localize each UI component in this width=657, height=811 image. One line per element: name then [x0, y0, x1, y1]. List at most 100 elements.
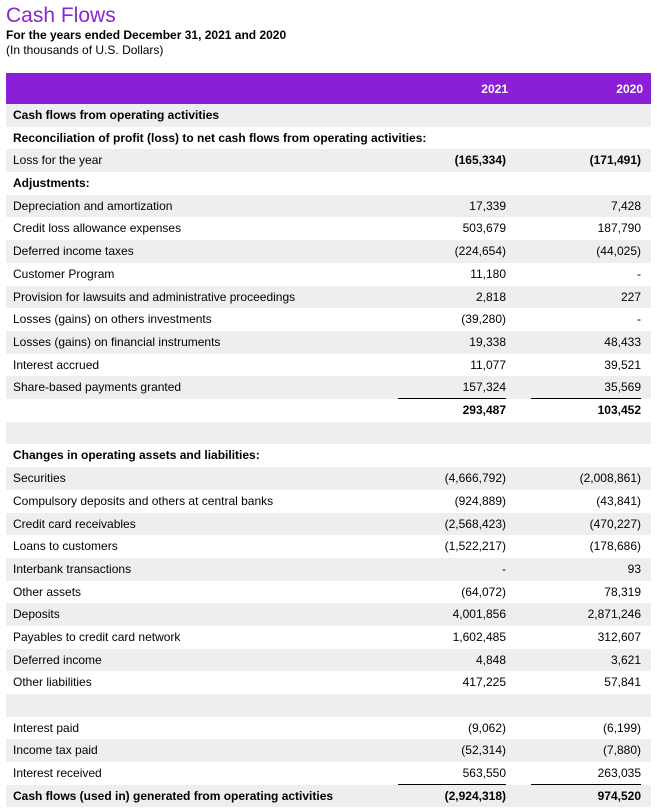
value-2020: (43,841): [596, 493, 641, 508]
page-title: Cash Flows: [6, 4, 116, 27]
value-2020: 974,520: [597, 788, 641, 803]
table-row: Securities (4,666,792) (2,008,861): [6, 467, 651, 490]
table-row: Provision for lawsuits and administrativ…: [6, 285, 651, 309]
row-label: Securities: [13, 471, 66, 486]
row-label: Income tax paid: [13, 743, 98, 758]
table-row: Interest accrued 11,077 39,521: [6, 354, 651, 377]
value-2021: 11,077: [470, 357, 506, 372]
table-row: 293,487 103,452: [6, 399, 651, 422]
table-row: Reconciliation of profit (loss) to net c…: [6, 127, 651, 150]
units-note: (In thousands of U.S. Dollars): [6, 43, 164, 57]
working-capital-table: Changes in operating assets and liabilit…: [6, 421, 651, 808]
table-row: [6, 421, 651, 445]
value-2020: 227: [620, 289, 641, 304]
row-label: Payables to credit card network: [13, 629, 181, 644]
table-row: Depreciation and amortization 17,339 7,428: [6, 194, 651, 218]
value-2021: 563,550: [462, 766, 506, 781]
table-row: Loans to customers (1,522,217) (178,686): [6, 535, 651, 558]
operating-activities-table: Cash flows from operating activities Reco…: [6, 104, 651, 422]
row-label: Cash flows (used in) generated from oper…: [13, 788, 334, 803]
value-2021: (165,334): [454, 153, 506, 168]
value-2020: 263,035: [597, 766, 641, 781]
row-label: Depreciation and amortization: [13, 198, 173, 213]
statement-period: For the years ended December 31, 2021 an…: [6, 28, 287, 42]
table-row: Losses (gains) on financial instruments 1…: [6, 330, 651, 354]
value-2020: (470,227): [589, 516, 641, 531]
row-label: Compulsory deposits and others at centra…: [13, 493, 274, 508]
row-label: Cash flows from operating activities: [13, 108, 220, 122]
row-label: Deferred income: [13, 652, 102, 667]
table-row: Cash flows (used in) generated from oper…: [6, 784, 651, 808]
table-row: Losses (gains) on others investments (39,…: [6, 308, 651, 331]
value-2021: -: [502, 561, 506, 576]
row-label: Share-based payments granted: [13, 380, 182, 395]
row-label: Interbank transactions: [13, 561, 132, 576]
table-row: Deferred income taxes (224,654) (44,025): [6, 240, 651, 263]
value-2020: 48,433: [604, 334, 641, 349]
row-label: Other assets: [13, 584, 82, 599]
subtotal-rule-2021: [398, 398, 506, 399]
value-2020: (7,880): [602, 743, 641, 758]
column-header-bar: 2021 2020: [6, 73, 651, 104]
row-label: Losses (gains) on financial instruments: [13, 334, 221, 349]
row-label: Interest received: [13, 766, 102, 781]
row-label: Credit card receivables: [13, 516, 136, 531]
row-label: Deferred income taxes: [13, 244, 134, 259]
value-2020: 39,521: [604, 357, 641, 372]
value-2020: 187,790: [597, 221, 641, 236]
value-2021: (224,654): [454, 244, 506, 259]
table-row: Deferred income 4,848 3,621: [6, 648, 651, 672]
value-2021: (924,889): [454, 493, 506, 508]
row-label: Credit loss allowance expenses: [13, 221, 182, 236]
row-label: Reconciliation of profit (loss) to net c…: [13, 130, 427, 145]
table-row: Loss for the year (165,334) (171,491): [6, 149, 651, 173]
table-row: Cash flows from operating activities: [6, 104, 651, 127]
value-2020: -: [637, 312, 641, 327]
row-label: Deposits: [13, 607, 60, 622]
value-2021: 17,339: [469, 198, 506, 213]
row-label: Other liabilities: [13, 675, 92, 690]
row-label: Interest accrued: [13, 357, 100, 372]
table-row: Other liabilities 417,225 57,841: [6, 671, 651, 694]
table-row: Other assets (64,072) 78,319: [6, 581, 651, 604]
value-2020: 78,319: [604, 584, 641, 599]
value-2021: 2,818: [475, 289, 506, 304]
column-header-2020: 2020: [616, 82, 643, 96]
value-2020: (2,008,861): [579, 471, 641, 486]
table-row: Interbank transactions - 93: [6, 557, 651, 581]
row-label: Loss for the year: [13, 153, 103, 168]
value-2020: 103,452: [597, 402, 641, 417]
table-row: Customer Program 11,180 -: [6, 263, 651, 286]
value-2021: (9,062): [467, 720, 506, 735]
value-2020: (171,491): [589, 153, 641, 168]
subtotal-rule-2020: [531, 398, 641, 399]
value-2020: (6,199): [602, 720, 641, 735]
value-2020: (178,686): [589, 539, 641, 554]
value-2020: 312,607: [597, 629, 641, 644]
row-label: Loans to customers: [13, 539, 118, 554]
table-row: Income tax paid (52,314) (7,880): [6, 739, 651, 763]
value-2020: 7,428: [610, 198, 641, 213]
row-label: Customer Program: [13, 266, 115, 281]
value-2021: 19,338: [469, 334, 506, 349]
value-2021: 293,487: [462, 402, 506, 417]
value-2021: (52,314): [461, 743, 506, 758]
value-2021: 1,602,485: [452, 629, 506, 644]
value-2021: (64,072): [461, 584, 506, 599]
value-2020: 35,569: [604, 380, 641, 395]
table-row: [6, 694, 651, 717]
table-row: Credit loss allowance expenses 503,679 187…: [6, 217, 651, 240]
value-2021: 4,001,856: [452, 607, 506, 622]
value-2021: 4,848: [475, 652, 506, 667]
value-2020: (44,025): [596, 244, 641, 259]
row-label: Changes in operating assets and liabilit…: [13, 448, 260, 463]
value-2021: (2,568,423): [444, 516, 506, 531]
table-row: Share-based payments granted 157,324 35,56…: [6, 376, 651, 399]
table-row: Interest received 563,550 263,035: [6, 762, 651, 785]
row-label: Provision for lawsuits and administrativ…: [13, 289, 296, 304]
value-2021: 11,180: [470, 266, 506, 281]
value-2020: 3,621: [610, 652, 641, 667]
table-row: Deposits 4,001,856 2,871,246: [6, 603, 651, 626]
row-label: Adjustments:: [13, 176, 90, 191]
table-row: Interest paid (9,062) (6,199): [6, 717, 651, 740]
